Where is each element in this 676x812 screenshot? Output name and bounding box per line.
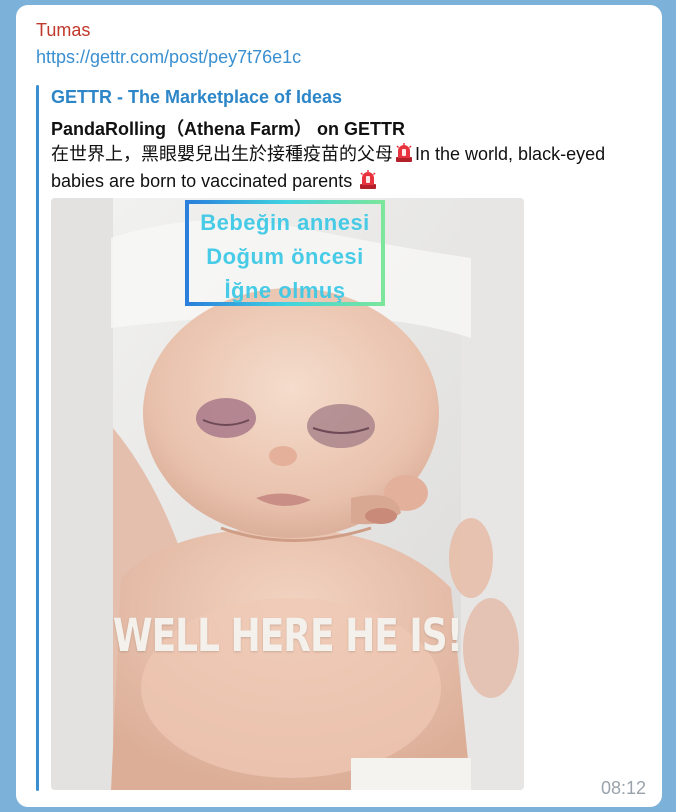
preview-desc-chinese: 在世界上，黑眼嬰兒出生於接種疫苗的父母	[51, 144, 393, 164]
sender-name[interactable]: Tumas	[36, 20, 90, 41]
overlay-line: Doğum öncesi	[206, 244, 364, 269]
preview-title: PandaRolling（Athena Farm） on GETTR	[51, 119, 406, 139]
overlay-line: Bebeğin annesi	[200, 210, 370, 235]
preview-description: 在世界上，黑眼嬰兒出生於接種疫苗的父母 In the world, black-e…	[51, 141, 621, 195]
overlay-text: Bebeğin annesi Doğum öncesi İğne olmuş	[185, 206, 385, 308]
siren-emoji-icon	[395, 143, 413, 163]
preview-accent-bar	[36, 85, 39, 791]
link-preview[interactable]: GETTR - The Marketplace of Ideas PandaRo…	[36, 85, 636, 791]
overlay-line: İğne olmuş	[224, 278, 346, 303]
video-caption: WELL HERE HE IS!	[112, 610, 463, 663]
message-timestamp: 08:12	[600, 778, 646, 798]
post-link[interactable]: https://gettr.com/post/pey7t76e1c	[36, 47, 301, 68]
siren-emoji-icon	[359, 170, 377, 190]
preview-site-name: GETTR - The Marketplace of Ideas	[51, 87, 343, 107]
message-bubble: Tumas https://gettr.com/post/pey7t76e1c …	[16, 5, 662, 807]
video-thumbnail[interactable]: Bebeğin annesi Doğum öncesi İğne olmuş W…	[51, 198, 524, 790]
